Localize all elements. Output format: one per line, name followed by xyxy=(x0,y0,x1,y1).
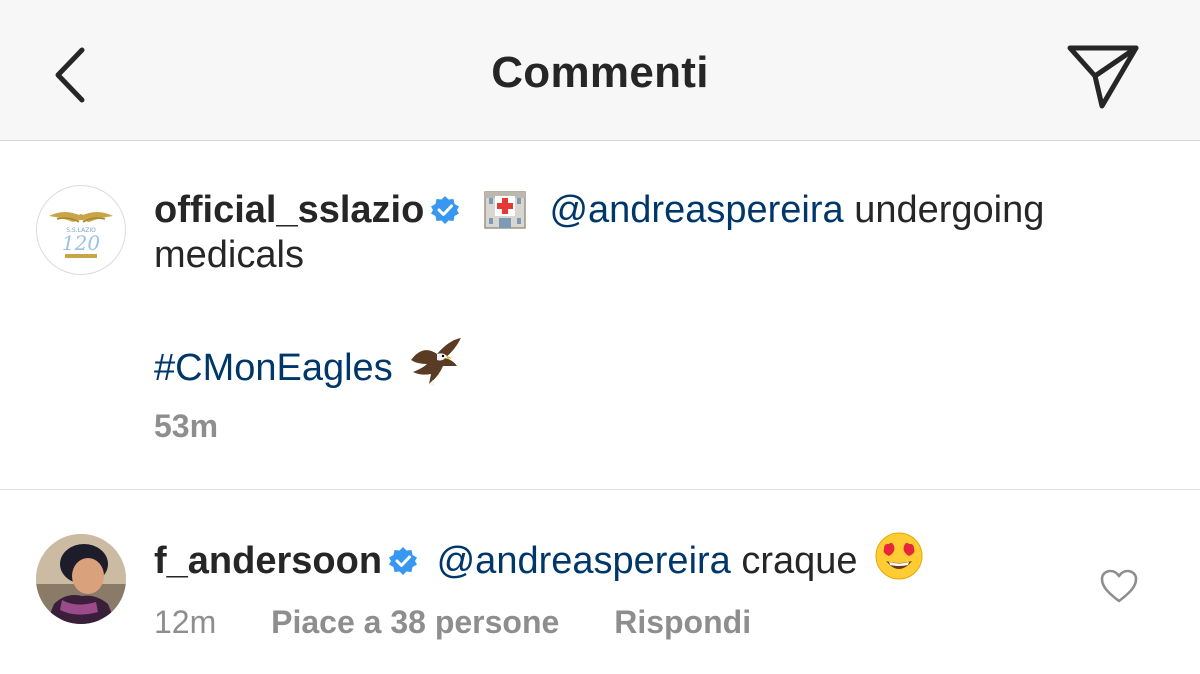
share-button[interactable] xyxy=(1062,38,1144,114)
verified-badge-icon xyxy=(389,547,418,575)
lazio-logo-icon: S.S.LAZIO 120 xyxy=(38,187,124,273)
caption-line-1: official_sslazio @andreaspereira undergo… xyxy=(154,186,1044,233)
comment-meta-row: 12m Piace a 38 persone Rispondi xyxy=(154,604,751,641)
post-timestamp: 53m xyxy=(154,408,219,444)
caption-text-1: undergoing xyxy=(854,189,1045,231)
hashtag-link[interactable]: #CMonEagles xyxy=(154,347,393,389)
top-nav-bar: Commenti xyxy=(0,0,1200,141)
caption-hashtag-line: #CMonEagles xyxy=(154,336,463,391)
caption-text-2: medicals xyxy=(154,234,304,276)
heart-eyes-emoji-icon xyxy=(875,532,923,580)
svg-text:120: 120 xyxy=(62,231,100,255)
avatar-f-andersoon[interactable] xyxy=(36,534,126,624)
like-comment-button[interactable] xyxy=(1099,568,1139,604)
comment-likes-link[interactable]: Piace a 38 persone xyxy=(271,604,559,640)
post-mention-link[interactable]: @andreaspereira xyxy=(549,189,843,231)
eagle-emoji-icon xyxy=(411,338,462,386)
comment-username[interactable]: f_andersoon xyxy=(154,540,382,582)
reply-button[interactable]: Rispondi xyxy=(614,604,751,640)
heart-icon xyxy=(1100,569,1138,603)
hospital-emoji-icon xyxy=(484,191,526,229)
post-username[interactable]: official_sslazio xyxy=(154,189,424,231)
page-title: Commenti xyxy=(491,48,709,97)
comment-line: f_andersoon @andreaspereira craque xyxy=(154,531,924,584)
avatar-official-sslazio[interactable]: S.S.LAZIO 120 xyxy=(36,185,126,275)
comment-mention-link[interactable]: @andreaspereira xyxy=(437,540,731,582)
user-photo-icon xyxy=(36,534,126,624)
comment-text: craque xyxy=(741,540,858,582)
caption-line-2: medicals xyxy=(154,232,304,278)
paper-plane-icon xyxy=(1067,45,1139,109)
verified-badge-icon xyxy=(431,196,460,224)
comment-timestamp: 12m xyxy=(154,604,217,640)
